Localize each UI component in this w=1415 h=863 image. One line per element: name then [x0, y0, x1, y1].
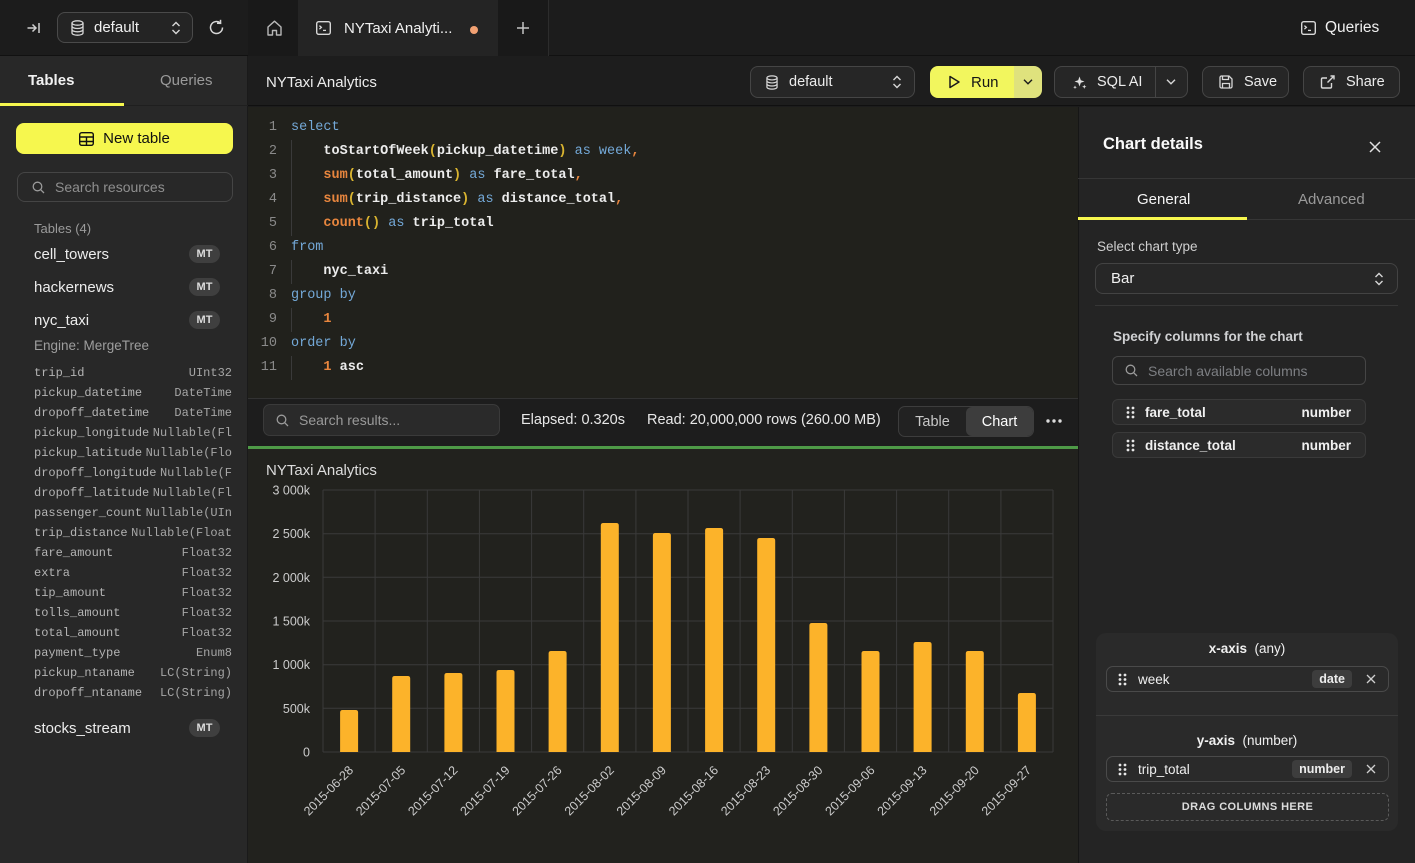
svg-text:1 000k: 1 000k	[272, 658, 310, 672]
svg-text:2015-07-12: 2015-07-12	[405, 763, 460, 818]
svg-text:2015-09-06: 2015-09-06	[823, 763, 878, 818]
svg-text:2015-09-27: 2015-09-27	[979, 763, 1034, 818]
svg-text:2015-08-02: 2015-08-02	[562, 763, 617, 818]
svg-text:2 000k: 2 000k	[272, 571, 310, 585]
svg-text:2 500k: 2 500k	[272, 527, 310, 541]
svg-text:2015-09-13: 2015-09-13	[875, 763, 930, 818]
svg-text:2015-08-16: 2015-08-16	[666, 763, 721, 818]
svg-text:2015-07-19: 2015-07-19	[458, 763, 513, 818]
svg-text:2015-07-05: 2015-07-05	[353, 763, 408, 818]
svg-text:2015-08-23: 2015-08-23	[718, 763, 773, 818]
svg-text:500k: 500k	[283, 702, 311, 716]
svg-text:NYTaxi Analytics: NYTaxi Analytics	[266, 462, 377, 479]
svg-text:2015-09-20: 2015-09-20	[927, 763, 982, 818]
svg-text:2015-08-09: 2015-08-09	[614, 763, 669, 818]
svg-text:3 000k: 3 000k	[272, 484, 310, 498]
svg-text:2015-07-26: 2015-07-26	[510, 763, 565, 818]
svg-text:0: 0	[303, 746, 310, 760]
svg-text:2015-06-28: 2015-06-28	[301, 763, 356, 818]
svg-text:2015-08-30: 2015-08-30	[770, 763, 825, 818]
svg-text:1 500k: 1 500k	[272, 615, 310, 629]
